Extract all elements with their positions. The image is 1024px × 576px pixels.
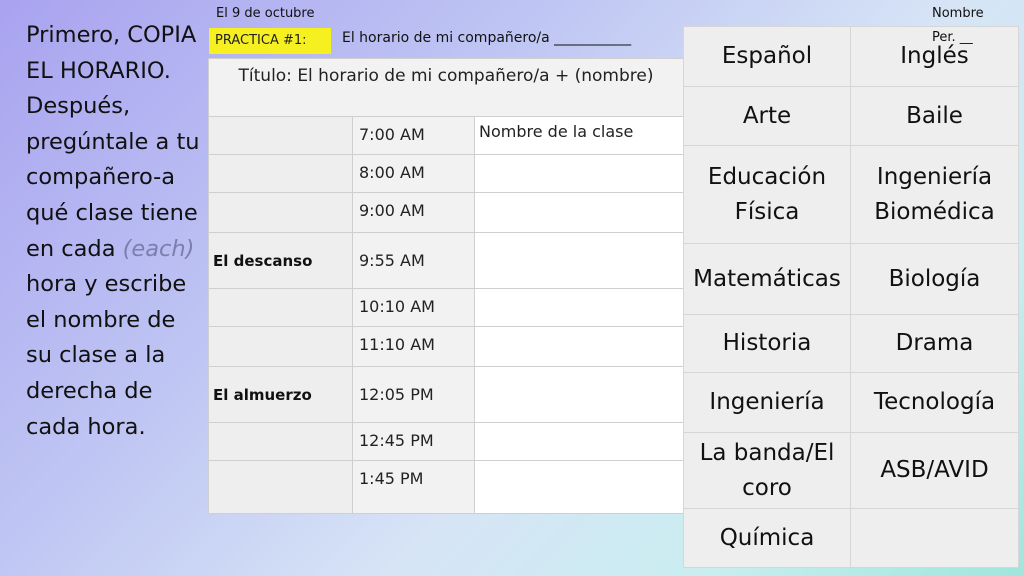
- class-option: Baile: [906, 102, 963, 129]
- row-time: 1:45 PM: [353, 461, 475, 513]
- row-class-cell[interactable]: [475, 155, 683, 192]
- instructions-each: (each): [122, 235, 195, 262]
- row-label: El almuerzo: [209, 367, 353, 422]
- instructions-part2: hora y escribe el nombre de su clase a l…: [26, 271, 187, 440]
- class-options-row: Educación Física Ingeniería Biomédica: [684, 146, 1018, 244]
- row-time: 9:00 AM: [353, 193, 475, 232]
- row-label: [209, 423, 353, 460]
- class-option: Ingeniería Biomédica: [874, 163, 995, 225]
- class-option: Educación Física: [684, 146, 851, 243]
- date-label: El 9 de octubre: [216, 6, 315, 21]
- row-label: [209, 461, 353, 513]
- class-options-row: Historia Drama: [684, 315, 1018, 373]
- class-option: Historia: [684, 315, 851, 372]
- schedule-title: Título: El horario de mi compañero/a + (…: [209, 59, 683, 117]
- row-class-cell[interactable]: Nombre de la clase: [475, 117, 683, 154]
- class-option: [851, 509, 1018, 567]
- row-label: [209, 327, 353, 366]
- class-options-row: Matemáticas Biología: [684, 244, 1018, 315]
- row-label: [209, 289, 353, 326]
- instructions-text: Primero, COPIA EL HORARIO. Después, preg…: [26, 18, 204, 445]
- period-label: Per. __: [932, 30, 973, 45]
- schedule-row: 12:45 PM: [209, 423, 683, 461]
- schedule-row: 9:00 AM: [209, 193, 683, 233]
- class-options-row: Arte Baile: [684, 87, 1018, 146]
- class-option: Español: [684, 27, 851, 86]
- name-label: Nombre: [932, 6, 984, 21]
- class-options-table: Español Inglés Arte Baile Educación Físi…: [683, 26, 1019, 568]
- schedule-table: Título: El horario de mi compañero/a + (…: [208, 58, 684, 514]
- class-options-row: Química: [684, 509, 1018, 567]
- row-time: 10:10 AM: [353, 289, 475, 326]
- practice-badge: PRACTICA #1:: [209, 28, 331, 54]
- row-time: 12:05 PM: [353, 367, 475, 422]
- schedule-row: El descanso 9:55 AM: [209, 233, 683, 289]
- class-option: Arte: [684, 87, 851, 145]
- row-class-cell[interactable]: [475, 367, 683, 422]
- schedule-row: El almuerzo 12:05 PM: [209, 367, 683, 423]
- class-option: La banda/El coro: [684, 433, 851, 508]
- schedule-row: 8:00 AM: [209, 155, 683, 193]
- row-label: [209, 193, 353, 232]
- row-time: 9:55 AM: [353, 233, 475, 288]
- practice-heading: El horario de mi compañero/a ___________: [342, 30, 632, 46]
- class-option: Drama: [895, 330, 974, 356]
- schedule-row: 11:10 AM: [209, 327, 683, 367]
- row-class-cell[interactable]: [475, 423, 683, 460]
- schedule-row: 10:10 AM: [209, 289, 683, 327]
- instructions-part1: Primero, COPIA EL HORARIO. Después, preg…: [26, 22, 200, 262]
- class-option: ASB/AVID: [880, 457, 989, 483]
- row-label: El descanso: [209, 233, 353, 288]
- row-label: [209, 155, 353, 192]
- row-class-cell[interactable]: [475, 327, 683, 366]
- row-time: 11:10 AM: [353, 327, 475, 366]
- schedule-row: 7:00 AM Nombre de la clase: [209, 117, 683, 155]
- row-label: [209, 117, 353, 154]
- row-class-cell[interactable]: [475, 233, 683, 288]
- class-option: Matemáticas: [684, 244, 851, 314]
- row-time: 12:45 PM: [353, 423, 475, 460]
- row-class-cell[interactable]: [475, 193, 683, 232]
- class-option: Ingeniería: [684, 373, 851, 432]
- class-option: Biología: [888, 265, 981, 292]
- class-option: Tecnología: [873, 389, 996, 415]
- row-time: 7:00 AM: [353, 117, 475, 154]
- class-options-row: Ingeniería Tecnología: [684, 373, 1018, 433]
- class-options-row: La banda/El coro ASB/AVID: [684, 433, 1018, 509]
- class-option: Química: [684, 509, 851, 567]
- row-class-cell[interactable]: [475, 461, 683, 513]
- row-time: 8:00 AM: [353, 155, 475, 192]
- row-class-cell[interactable]: [475, 289, 683, 326]
- schedule-row: 1:45 PM: [209, 461, 683, 513]
